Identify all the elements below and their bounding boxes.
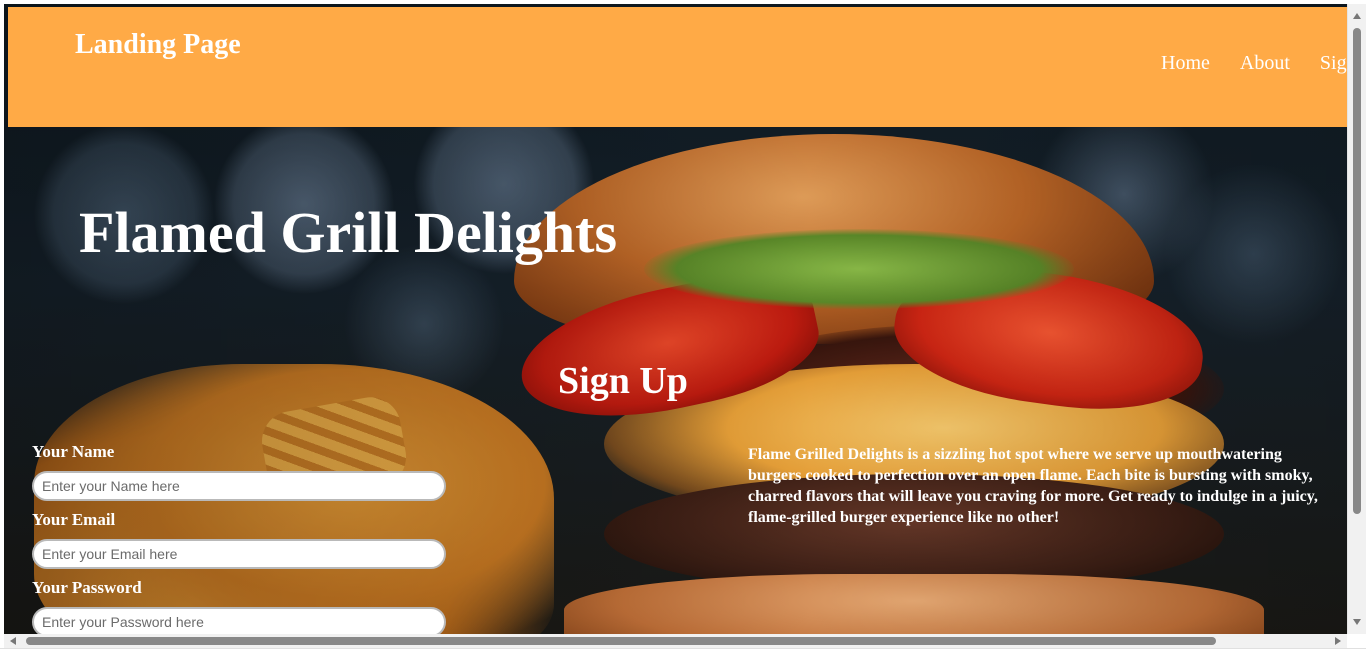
email-input[interactable]	[32, 539, 446, 569]
about-description: Flame Grilled Delights is a sizzling hot…	[748, 446, 1318, 526]
vertical-scrollbar[interactable]	[1347, 4, 1366, 634]
email-label: Your Email	[32, 510, 116, 529]
nav-home-link[interactable]: Home	[1161, 52, 1210, 75]
window-frame-top	[0, 0, 1366, 4]
vertical-scroll-thumb[interactable]	[1353, 28, 1361, 514]
brand-title[interactable]: Landing Page	[75, 29, 241, 61]
window-frame-left	[0, 0, 4, 655]
name-label: Your Name	[32, 442, 115, 461]
site-header: Landing Page Home About Sig	[8, 7, 1348, 127]
scroll-left-arrow-icon[interactable]	[10, 637, 16, 645]
scroll-up-arrow-icon[interactable]	[1353, 13, 1361, 19]
password-label: Your Password	[32, 578, 142, 597]
main-nav: Home About Sig	[1161, 52, 1347, 75]
scroll-right-arrow-icon[interactable]	[1335, 637, 1341, 645]
horizontal-scrollbar[interactable]	[4, 634, 1347, 648]
nav-about-link[interactable]: About	[1240, 52, 1290, 75]
name-input[interactable]	[32, 471, 446, 501]
scroll-down-arrow-icon[interactable]	[1353, 619, 1361, 625]
horizontal-scroll-thumb[interactable]	[26, 637, 1216, 645]
signup-title: Sign Up	[558, 360, 688, 402]
password-input[interactable]	[32, 607, 446, 634]
hero-title: Flamed Grill Delights	[79, 200, 618, 265]
window-bottom-edge	[0, 648, 1366, 655]
nav-signup-link[interactable]: Sig	[1320, 52, 1347, 75]
